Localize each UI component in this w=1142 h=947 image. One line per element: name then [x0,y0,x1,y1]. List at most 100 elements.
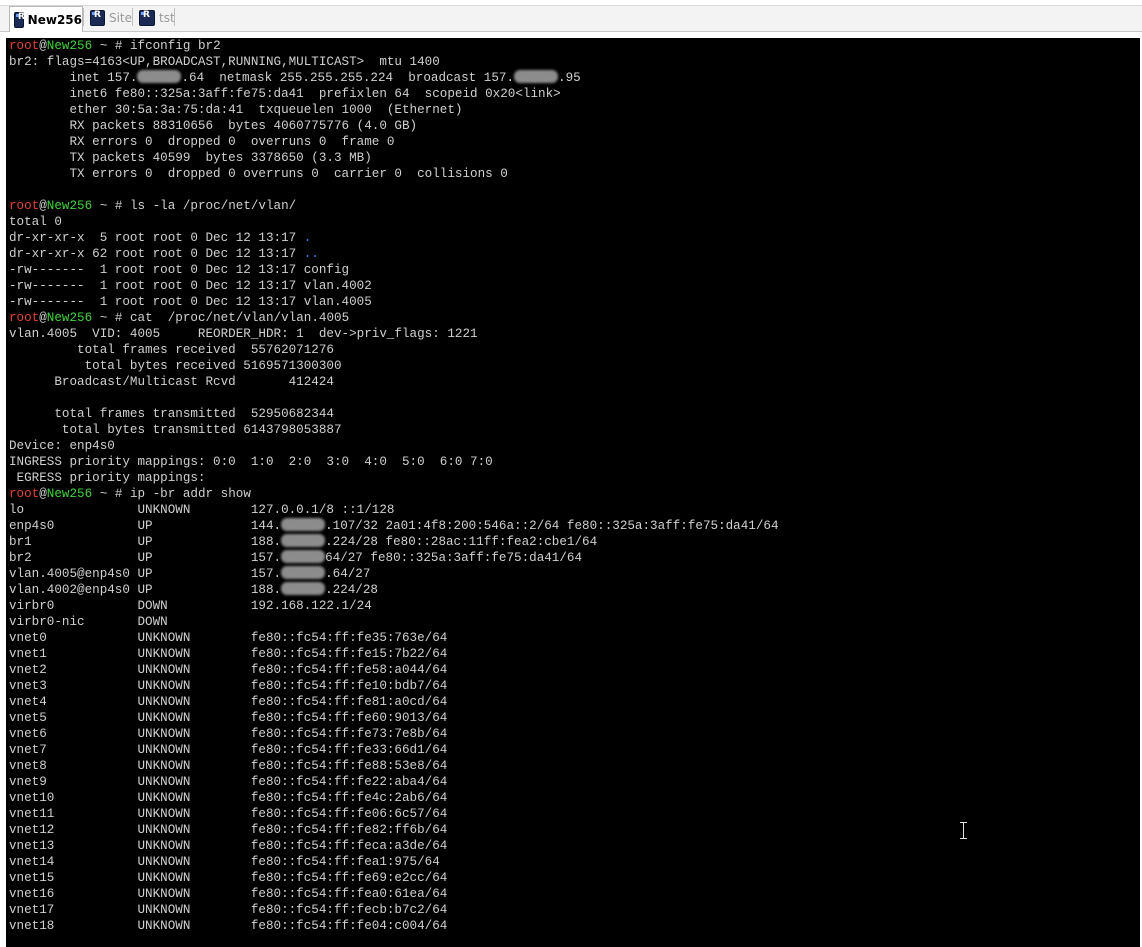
terminal-line: br2: flags=4163<UP,BROADCAST,RUNNING,MUL… [9,54,779,70]
tab-tst[interactable]: tst [135,6,175,30]
tab-divider [132,8,133,26]
terminal-line: INGRESS priority mappings: 0:0 1:0 2:0 3… [9,454,779,470]
terminal-output: root@New256 ~ # ifconfig br2 br2: flags=4… [9,38,779,934]
putty-terminal-icon [14,11,25,28]
command-text: ip -br addr show [129,487,251,501]
command-text: ifconfig br2 [129,39,221,53]
output-text: vlan.4005@enp4s0 UP 157. [9,567,282,581]
tab-label: New256 [27,12,82,27]
terminal-line: RX errors 0 dropped 0 overruns 0 frame 0 [9,134,779,150]
terminal-line: vnet6 UNKNOWN fe80::fc54:ff:fe73:7e8b/64 [9,726,779,742]
terminal-line: vnet18 UNKNOWN fe80::fc54:ff:fe04:c004/6… [9,918,779,934]
prompt-user: root [9,487,40,501]
output-text: vlan.4005 VID: 4005 REORDER_HDR: 1 dev->… [9,327,478,341]
output-text: lo UNKNOWN 127.0.0.1/8 ::1/128 [9,503,395,517]
tab-divider [83,8,84,26]
output-text: enp4s0 UP 144. [9,519,282,533]
prompt-host: New256 [46,199,93,213]
output-text: TX packets 40599 bytes 3378650 (3.3 MB) [9,151,372,165]
prompt-user: root [9,199,40,213]
output-text: .224/28 [325,583,378,597]
terminal-line: vnet11 UNKNOWN fe80::fc54:ff:fe06:6c57/6… [9,806,779,822]
putty-terminal-icon [139,10,155,26]
terminal-line: Broadcast/Multicast Rcvd 412424 [9,374,779,390]
output-text: vnet16 UNKNOWN fe80::fc54:ff:fea0:61ea/6… [9,887,448,901]
tab-label: Site [108,11,132,25]
output-text: .64/27 [325,567,371,581]
output-text: vnet3 UNKNOWN fe80::fc54:ff:fe10:bdb7/64 [9,679,448,693]
terminal-line: enp4s0 UP 144. .107/32 2a01:4f8:200:546a:… [9,518,779,534]
putty-terminal-icon [90,10,105,26]
terminal-line: -rw------- 1 root root 0 Dec 12 13:17 co… [9,262,779,278]
output-text: inet 157. [9,71,138,85]
output-text: .224/28 fe80::28ac:11ff:fea2:cbe1/64 [325,535,598,549]
terminal-line: vnet0 UNKNOWN fe80::fc54:ff:fe35:763e/64 [9,630,779,646]
output-text: vnet18 UNKNOWN fe80::fc54:ff:fe04:c004/6… [9,919,448,933]
output-text: br1 UP 188. [9,535,282,549]
prompt-host: New256 [46,311,93,325]
output-text: RX packets 88310656 bytes 4060775776 (4.… [9,119,418,133]
terminal-line: inet6 fe80::325a:3aff:fe75:da41 prefixle… [9,86,779,102]
output-text: .64 netmask 255.255.255.224 broadcast 15… [181,71,515,85]
output-text: vnet0 UNKNOWN fe80::fc54:ff:fe35:763e/64 [9,631,448,645]
tab-divider [174,8,175,26]
output-text: vnet10 UNKNOWN fe80::fc54:ff:fe4c:2ab6/6… [9,791,448,805]
terminal-line: total bytes transmitted 6143798053887 [9,422,779,438]
terminal-line: ether 30:5a:3a:75:da:41 txqueuelen 1000 … [9,102,779,118]
command-text: ls -la /proc/net/vlan/ [129,199,297,213]
output-text: Device: enp4s0 [9,439,115,453]
terminal-line: vnet15 UNKNOWN fe80::fc54:ff:fe69:e2cc/6… [9,870,779,886]
directory-name: .. [303,247,319,261]
terminal-line: vnet7 UNKNOWN fe80::fc54:ff:fe33:66d1/64 [9,742,779,758]
output-text: dr-xr-xr-x 62 root root 0 Dec 12 13:17 [9,247,304,261]
terminal-line: vnet14 UNKNOWN fe80::fc54:ff:fea1:975/64 [9,854,779,870]
output-text: vnet11 UNKNOWN fe80::fc54:ff:fe06:6c57/6… [9,807,448,821]
tab-new256[interactable]: New256 [9,6,83,32]
output-text: vnet4 UNKNOWN fe80::fc54:ff:fe81:a0cd/64 [9,695,448,709]
terminal-line: EGRESS priority mappings: [9,470,779,486]
terminal-line: RX packets 88310656 bytes 4060775776 (4.… [9,118,779,134]
terminal-line: TX packets 40599 bytes 3378650 (3.3 MB) [9,150,779,166]
output-text: .107/32 2a01:4f8:200:546a::2/64 fe80::32… [325,519,779,533]
output-text: virbr0-nic DOWN [9,615,168,629]
terminal-line: total bytes received 5169571300300 [9,358,779,374]
terminal-line: vlan.4002@enp4s0 UP 188. .224/28 [9,582,779,598]
output-text: -rw------- 1 root root 0 Dec 12 13:17 vl… [9,295,372,309]
redacted-ip-blur [281,518,326,531]
terminal-line: root@New256 ~ # ip -br addr show [9,486,779,502]
redacted-ip-blur [514,70,559,83]
terminal-line: TX errors 0 dropped 0 overruns 0 carrier… [9,166,779,182]
output-text: dr-xr-xr-x 5 root root 0 Dec 12 13:17 [9,231,304,245]
output-text: total 0 [9,215,62,229]
output-text: -rw------- 1 root root 0 Dec 12 13:17 vl… [9,279,372,293]
terminal-window[interactable]: root@New256 ~ # ifconfig br2 br2: flags=4… [6,38,1140,947]
prompt-user: root [9,39,40,53]
prompt-at: @ [39,487,47,501]
terminal-line: br1 UP 188. .224/28 fe80::28ac:11ff:fea2:… [9,534,779,550]
terminal-line: total frames received 55762071276 [9,342,779,358]
text-cursor-icon [958,822,970,840]
output-text: vnet14 UNKNOWN fe80::fc54:ff:fea1:975/64 [9,855,440,869]
output-text: RX errors 0 dropped 0 overruns 0 frame 0 [9,135,395,149]
output-text: vlan.4002@enp4s0 UP 188. [9,583,282,597]
terminal-line: lo UNKNOWN 127.0.0.1/8 ::1/128 [9,502,779,518]
terminal-line: virbr0-nic DOWN [9,614,779,630]
prompt-user: root [9,311,40,325]
terminal-line: vnet13 UNKNOWN fe80::fc54:ff:feca:a3de/6… [9,838,779,854]
output-text: ether 30:5a:3a:75:da:41 txqueuelen 1000 … [9,103,463,117]
prompt-at: @ [39,199,47,213]
output-text: -rw------- 1 root root 0 Dec 12 13:17 co… [9,263,350,277]
terminal-line: vnet8 UNKNOWN fe80::fc54:ff:fe88:53e8/64 [9,758,779,774]
redacted-ip-blur [281,534,326,547]
terminal-line: total frames transmitted 52950682344 [9,406,779,422]
tab-site[interactable]: Site [86,6,132,30]
terminal-line: root@New256 ~ # cat /proc/net/vlan/vlan.… [9,310,779,326]
output-text: vnet8 UNKNOWN fe80::fc54:ff:fe88:53e8/64 [9,759,448,773]
terminal-line: vnet16 UNKNOWN fe80::fc54:ff:fea0:61ea/6… [9,886,779,902]
output-text: vnet17 UNKNOWN fe80::fc54:ff:fecb:b7c2/6… [9,903,448,917]
terminal-line: vlan.4005 VID: 4005 REORDER_HDR: 1 dev->… [9,326,779,342]
terminal-line: root@New256 ~ # ifconfig br2 [9,38,779,54]
prompt-symbol: ~ # [92,39,130,53]
output-text: total frames transmitted 52950682344 [9,407,334,421]
